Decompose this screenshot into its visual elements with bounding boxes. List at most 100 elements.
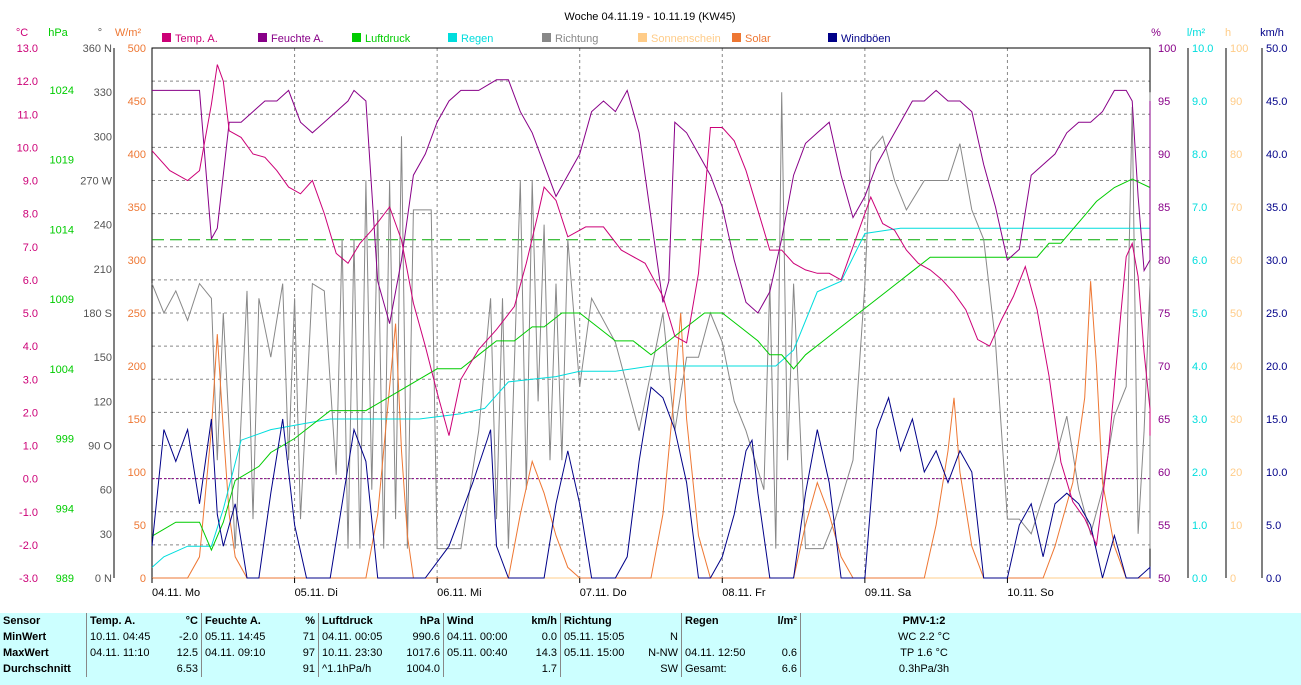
legend-swatch (828, 33, 837, 42)
stats-cell: N (670, 631, 678, 643)
axis-tick-rain: 9.0 (1192, 96, 1207, 108)
axis-unit-pressure: hPa (48, 27, 68, 39)
axis-tick-sunshine: 70 (1230, 202, 1242, 214)
axis-tick-temp: 11.0 (17, 109, 38, 121)
stats-cell: -2.0 (179, 631, 198, 643)
axis-unit-temp: °C (16, 27, 28, 39)
axis-tick-direction: 360 N (83, 43, 112, 55)
axis-tick-sunshine: 20 (1230, 467, 1242, 479)
axis-tick-direction: 330 (94, 87, 112, 99)
axis-tick-humidity: 70 (1158, 361, 1170, 373)
stats-col-hum-unit: % (305, 615, 315, 627)
axis-tick-humidity: 65 (1158, 414, 1170, 426)
axis-tick-rain: 2.0 (1192, 467, 1207, 479)
stats-col-pmv: PMV-1:2 (800, 613, 1047, 629)
stats-cell: Gesamt: (681, 661, 764, 677)
axis-tick-wind: 10.0 (1266, 467, 1287, 479)
axis-tick-direction: 120 (94, 396, 112, 408)
legend-label: Richtung (555, 33, 598, 45)
axis-tick-temp: 5.0 (23, 308, 38, 320)
x-tick-label: 08.11. Fr (722, 587, 766, 599)
axis-tick-direction: 210 (94, 264, 112, 276)
axis-tick-temp: 6.0 (23, 275, 38, 287)
stats-col-wind-unit: km/h (531, 615, 557, 627)
axis-tick-humidity: 55 (1158, 520, 1170, 532)
axis-tick-wind: 25.0 (1266, 308, 1287, 320)
legend-label: Solar (745, 33, 771, 45)
axis-tick-temp: 8.0 (23, 209, 38, 221)
legend-label: Regen (461, 33, 493, 45)
axis-tick-sunshine: 80 (1230, 149, 1242, 161)
stats-cell: TP 1.6 °C (800, 645, 1047, 661)
axis-tick-pressure: 989 (56, 573, 74, 585)
stats-row-min: MinWert 10.11. 04:45 -2.0 05.11. 14:45 7… (0, 629, 1047, 645)
legend-label: Feuchte A. (271, 33, 324, 45)
weather-chart: Woche 04.11.19 - 10.11.19 (KW45) °C 13.0 1… (0, 0, 1301, 613)
stats-cell: 14.3 (535, 647, 557, 659)
stats-cell: 10.11. 23:30 (318, 645, 401, 661)
legend-label: Temp. A. (175, 33, 218, 45)
stats-cell: 05.11. 15:05 (560, 629, 639, 645)
axis-tick-rain: 3.0 (1192, 414, 1207, 426)
axis-tick-sunshine: 10 (1230, 520, 1242, 532)
legend-swatch (732, 33, 741, 42)
axis-tick-solar: 100 (128, 467, 146, 479)
axis-tick-wind: 35.0 (1266, 202, 1287, 214)
axis-tick-solar: 0 (140, 573, 146, 585)
x-tick-label: 06.11. Mi (437, 587, 481, 599)
x-tick-label: 05.11. Di (295, 587, 338, 599)
axis-tick-sunshine: 100 (1230, 43, 1248, 55)
axis-tick-direction: 150 (94, 352, 112, 364)
axis-tick-wind: 45.0 (1266, 96, 1287, 108)
axis-tick-wind: 20.0 (1266, 361, 1287, 373)
stats-cell: 1004.0 (406, 663, 440, 675)
axis-tick-pressure: 1024 (50, 85, 74, 97)
axis-tick-humidity: 95 (1158, 96, 1170, 108)
legend-swatch (638, 33, 647, 42)
axis-tick-temp: -3.0 (19, 573, 38, 585)
axis-tick-wind: 0.0 (1266, 573, 1281, 585)
stats-cell: 6.6 (781, 663, 797, 675)
stats-cell: 05.11. 00:40 (443, 645, 522, 661)
stats-cell (86, 661, 165, 677)
axis-tick-humidity: 90 (1158, 149, 1170, 161)
axis-tick-solar: 250 (128, 308, 146, 320)
axis-tick-temp: 0.0 (23, 474, 38, 486)
axis-tick-temp: -2.0 (19, 540, 38, 552)
axis-tick-sunshine: 50 (1230, 308, 1242, 320)
axis-tick-solar: 450 (128, 96, 146, 108)
axis-tick-rain: 8.0 (1192, 149, 1207, 161)
axis-tick-rain: 4.0 (1192, 361, 1207, 373)
axis-tick-direction: 300 (94, 131, 112, 143)
axis-unit-rain: l/m² (1187, 27, 1206, 39)
axis-tick-humidity: 50 (1158, 573, 1170, 585)
stats-col-dir: Richtung (560, 613, 639, 629)
stats-col-rain: Regen (681, 613, 764, 629)
axis-tick-pressure: 1009 (50, 294, 74, 306)
axis-tick-rain: 6.0 (1192, 255, 1207, 267)
axis-tick-rain: 5.0 (1192, 308, 1207, 320)
stats-cell: 0.6 (781, 647, 797, 659)
statistics-table: Sensor Temp. A. °C Feuchte A. % Luftdruc… (0, 613, 1047, 677)
stats-cell: SW (660, 663, 678, 675)
axis-tick-humidity: 100 (1158, 43, 1176, 55)
stats-cell: 990.6 (412, 631, 440, 643)
legend-label: Windböen (841, 33, 891, 45)
axis-tick-humidity: 60 (1158, 467, 1170, 479)
axis-tick-direction: 90 O (88, 441, 112, 453)
stats-cell (201, 661, 288, 677)
legend-label: Sonnenschein (651, 33, 721, 45)
stats-cell: WC 2.2 °C (800, 629, 1047, 645)
axis-tick-rain: 0.0 (1192, 573, 1207, 585)
legend-swatch (352, 33, 361, 42)
axis-tick-solar: 400 (128, 149, 146, 161)
axis-tick-pressure: 1014 (50, 224, 74, 236)
axis-tick-humidity: 75 (1158, 308, 1170, 320)
legend-swatch (542, 33, 551, 42)
axis-tick-wind: 40.0 (1266, 149, 1287, 161)
stats-row-max: MaxWert 04.11. 11:10 12.5 04.11. 09:10 9… (0, 645, 1047, 661)
stats-row-label: Durchschnitt (3, 663, 71, 675)
stats-cell: 1.7 (541, 663, 557, 675)
stats-col-press-unit: hPa (419, 615, 440, 627)
axis-tick-humidity: 80 (1158, 255, 1170, 267)
